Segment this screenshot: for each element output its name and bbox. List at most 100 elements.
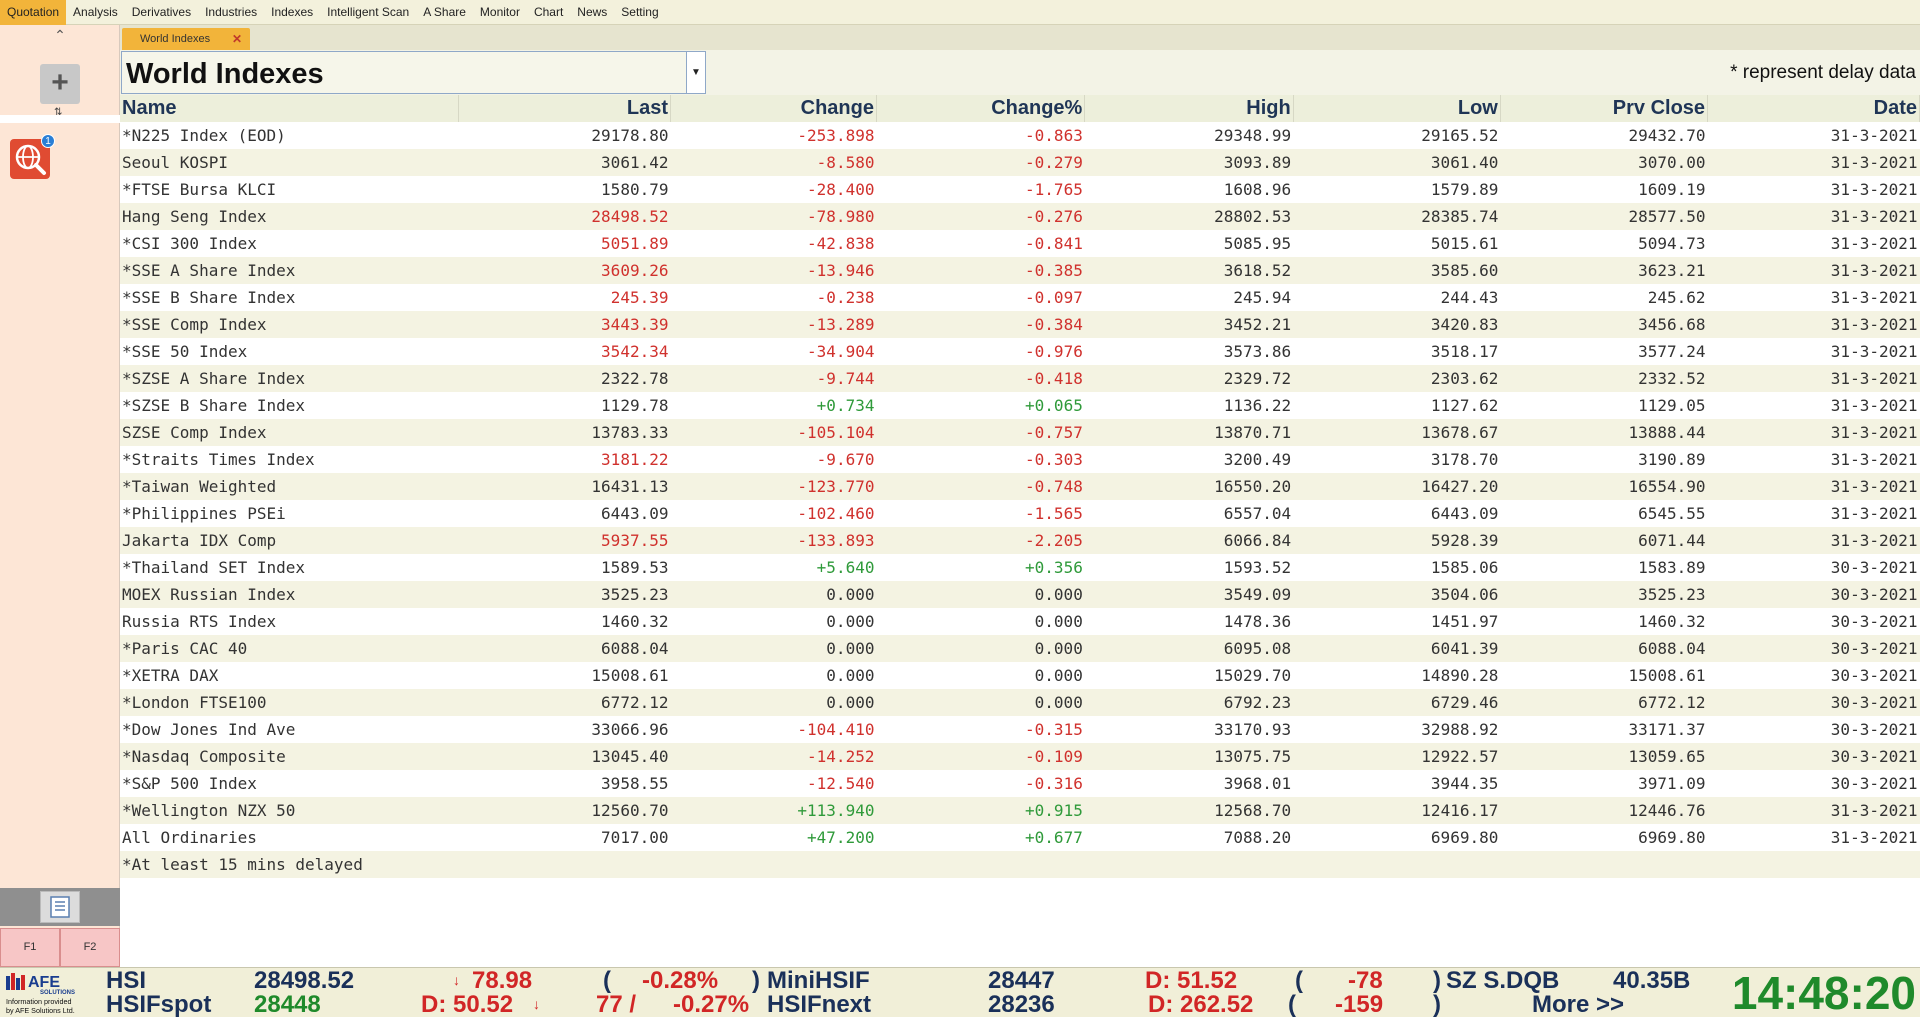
col-header-change-pct[interactable]: Change% bbox=[876, 95, 1086, 122]
table-row[interactable]: *Philippines PSEi 6443.09 -102.460 -1.565 65… bbox=[120, 500, 1920, 527]
menu-analysis[interactable]: Analysis bbox=[66, 0, 125, 25]
ticker-hsifnext-paren-open: ( bbox=[1288, 991, 1296, 1017]
table-row[interactable]: *Paris CAC 40 6088.04 0.000 0.000 6095.08 604… bbox=[120, 635, 1920, 662]
cell-low: 3518.17 bbox=[1430, 342, 1499, 361]
cell-date: 30-3-2021 bbox=[1830, 720, 1918, 739]
menu-quotation[interactable]: Quotation bbox=[0, 0, 67, 25]
col-header-name[interactable]: Name bbox=[120, 95, 460, 122]
table-row[interactable]: Seoul KOSPI 3061.42 -8.580 -0.279 3093.89 306… bbox=[120, 149, 1920, 176]
table-row[interactable]: *SZSE A Share Index 2322.78 -9.744 -0.418 23… bbox=[120, 365, 1920, 392]
cell-high: 6792.23 bbox=[1084, 689, 1294, 716]
table-row[interactable]: *Thailand SET Index 1589.53 +5.640 +0.356 15… bbox=[120, 554, 1920, 581]
cell-name: *N225 Index (EOD) bbox=[122, 126, 286, 145]
ticker-hsi-change: 78.98 bbox=[472, 967, 533, 994]
table-row[interactable]: *CSI 300 Index 5051.89 -42.838 -0.841 5085.9… bbox=[120, 230, 1920, 257]
cell-last: 2322.78 bbox=[458, 365, 671, 392]
cell-last: 12560.70 bbox=[458, 797, 671, 824]
col-header-high[interactable]: High bbox=[1084, 95, 1294, 122]
cell-date: 31-3-2021 bbox=[1707, 419, 1920, 446]
cell-low: 3178.70 bbox=[1430, 450, 1499, 469]
cell-name: SZSE Comp Index bbox=[120, 419, 459, 446]
cell-low: 1585.06 bbox=[1430, 558, 1499, 577]
ticker-hsi-label[interactable]: HSI bbox=[106, 968, 146, 993]
col-header-change[interactable]: Change bbox=[670, 95, 877, 122]
cell-pct: -0.097 bbox=[1025, 288, 1083, 307]
more-link[interactable]: More >> bbox=[1532, 992, 1624, 1017]
cell-last: 6772.12 bbox=[458, 689, 671, 716]
col-header-low[interactable]: Low bbox=[1293, 95, 1501, 122]
ticker-hsifspot-d: D: 50.52 bbox=[421, 991, 514, 1017]
title-bar: World Indexes ▼ * represent delay data bbox=[120, 50, 1920, 95]
sidebar-divider bbox=[0, 115, 120, 123]
table-row[interactable]: *Taiwan Weighted 16431.13 -123.770 -0.748 16… bbox=[120, 473, 1920, 500]
table-row[interactable]: *Straits Times Index 3181.22 -9.670 -0.303 3… bbox=[120, 446, 1920, 473]
delay-note: * represent delay data bbox=[1730, 62, 1916, 83]
table-row[interactable]: *London FTSE100 6772.12 0.000 0.000 6792.23 6… bbox=[120, 689, 1920, 716]
tab-world-indexes[interactable]: World Indexes ✕ bbox=[122, 28, 250, 50]
table-row[interactable]: Hang Seng Index 28498.52 -78.980 -0.276 2880… bbox=[120, 203, 1920, 230]
cell-low: 3504.06 bbox=[1293, 581, 1501, 608]
f2-button[interactable]: F2 bbox=[60, 928, 120, 967]
cell-low: 2303.62 bbox=[1293, 365, 1501, 392]
table-row[interactable]: *SSE 50 Index 3542.34 -34.904 -0.976 3573.86… bbox=[120, 338, 1920, 365]
menu-indexes[interactable]: Indexes bbox=[264, 0, 320, 25]
cell-change: -14.252 bbox=[670, 743, 877, 770]
table-row[interactable]: *SSE Comp Index 3443.39 -13.289 -0.384 3452.… bbox=[120, 311, 1920, 338]
col-header-prv-close[interactable]: Prv Close bbox=[1500, 95, 1709, 122]
table-row[interactable]: *Wellington NZX 50 12560.70 +113.940 +0.915… bbox=[120, 797, 1920, 824]
table-row[interactable]: *SSE A Share Index 3609.26 -13.946 -0.385 36… bbox=[120, 257, 1920, 284]
menu-setting[interactable]: Setting bbox=[614, 0, 665, 25]
table-row[interactable]: Jakarta IDX Comp 5937.55 -133.893 -2.205 606… bbox=[120, 527, 1920, 554]
menu-derivatives[interactable]: Derivatives bbox=[125, 0, 198, 25]
menu-intelligent-scan[interactable]: Intelligent Scan bbox=[320, 0, 416, 25]
cell-change: -42.838 bbox=[807, 234, 875, 253]
menu-chart[interactable]: Chart bbox=[527, 0, 570, 25]
table-row[interactable]: *SSE B Share Index 245.39 -0.238 -0.097 245.… bbox=[120, 284, 1920, 311]
sidebar-toolbar bbox=[0, 888, 120, 926]
table-row[interactable]: Russia RTS Index 1460.32 0.000 0.000 1478.36… bbox=[120, 608, 1920, 635]
table-row[interactable]: *S&P 500 Index 3958.55 -12.540 -0.316 3968.0… bbox=[120, 770, 1920, 797]
menu-monitor[interactable]: Monitor bbox=[473, 0, 527, 25]
ticker-hsifspot-change: 77 / bbox=[596, 991, 637, 1017]
cell-last: 13045.40 bbox=[458, 743, 671, 770]
cell-prev: 28577.50 bbox=[1500, 203, 1708, 230]
cell-name: *SZSE A Share Index bbox=[120, 365, 459, 392]
table-row[interactable]: MOEX Russian Index 3525.23 0.000 0.000 3549.… bbox=[120, 581, 1920, 608]
table-row[interactable]: *FTSE Bursa KLCI 1580.79 -28.400 -1.765 1608… bbox=[120, 176, 1920, 203]
cell-low: 244.43 bbox=[1440, 288, 1499, 307]
cell-high: 6066.84 bbox=[1084, 527, 1294, 554]
ticker-sz-label[interactable]: SZ S.DQB bbox=[1446, 968, 1559, 993]
close-icon[interactable]: ✕ bbox=[232, 28, 242, 50]
table-row[interactable]: SZSE Comp Index 13783.33 -105.104 -0.757 138… bbox=[120, 419, 1920, 446]
menu-news[interactable]: News bbox=[570, 0, 614, 25]
cell-name: *CSI 300 Index bbox=[122, 234, 257, 253]
ticker-hsifnext-label[interactable]: HSIFnext bbox=[767, 992, 871, 1017]
chevron-up-icon[interactable]: ⌃ bbox=[50, 27, 70, 43]
f1-button[interactable]: F1 bbox=[0, 928, 60, 967]
ticker-hsifspot-label[interactable]: HSIFspot bbox=[106, 992, 211, 1017]
col-header-date[interactable]: Date bbox=[1707, 95, 1920, 122]
table-row[interactable]: *Dow Jones Ind Ave 33066.96 -104.410 -0.315… bbox=[120, 716, 1920, 743]
menu-industries[interactable]: Industries bbox=[198, 0, 264, 25]
col-header-last[interactable]: Last bbox=[458, 95, 671, 122]
table-row[interactable]: All Ordinaries 7017.00 +47.200 +0.677 7088.2… bbox=[120, 824, 1920, 851]
table-row[interactable]: *N225 Index (EOD) 29178.80 -253.898 -0.863 2… bbox=[120, 122, 1920, 149]
menu-a-share[interactable]: A Share bbox=[416, 0, 473, 25]
ticker-minihsif-label[interactable]: MiniHSIF bbox=[767, 968, 870, 993]
table-row[interactable]: *Nasdaq Composite 13045.40 -14.252 -0.109 13… bbox=[120, 743, 1920, 770]
ticker-minihsif-paren-close: ) bbox=[1433, 967, 1441, 994]
add-button[interactable]: + bbox=[40, 64, 80, 104]
layout-icon[interactable] bbox=[40, 891, 80, 923]
dropdown-arrow-icon[interactable]: ▼ bbox=[686, 51, 706, 94]
cell-high: 13870.71 bbox=[1084, 419, 1294, 446]
table-row[interactable]: *SZSE B Share Index 1129.78 +0.734 +0.065 11… bbox=[120, 392, 1920, 419]
cell-prev: 1460.32 bbox=[1638, 612, 1706, 631]
table-row[interactable]: *XETRA DAX 15008.61 0.000 0.000 15029.70 1489… bbox=[120, 662, 1920, 689]
cell-high: 5085.95 bbox=[1223, 234, 1292, 253]
cell-last: 29178.80 bbox=[591, 126, 669, 145]
cell-name: Hang Seng Index bbox=[120, 203, 459, 230]
cell-name: MOEX Russian Index bbox=[120, 581, 459, 608]
cell-name: *Taiwan Weighted bbox=[120, 473, 459, 500]
cell-last: 3542.34 bbox=[601, 342, 669, 361]
index-group-select[interactable]: World Indexes ▼ bbox=[121, 51, 706, 94]
